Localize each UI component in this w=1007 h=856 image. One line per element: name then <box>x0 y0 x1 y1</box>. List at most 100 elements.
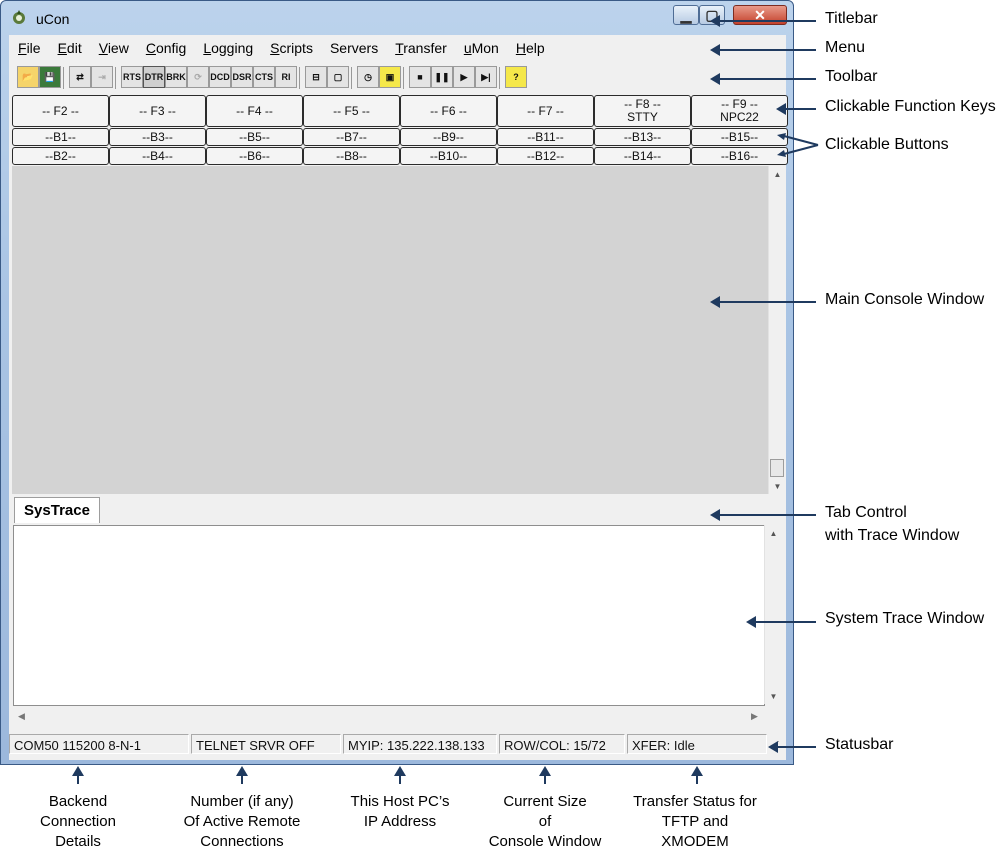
scroll-down-icon[interactable]: ▼ <box>769 478 786 494</box>
menubar: File Edit View Config Logging Scripts Servers T… <box>9 38 786 60</box>
script-folder-icon[interactable]: ▣ <box>379 66 401 88</box>
custom-button-b7[interactable]: --B7-- <box>303 128 400 146</box>
menu-view[interactable]: View <box>90 38 137 60</box>
menu-logging[interactable]: Logging <box>194 38 261 60</box>
toolbar-separator <box>403 67 404 89</box>
single-view-icon[interactable]: ▢ <box>327 66 349 88</box>
annotation-console: Main Console Window <box>825 291 985 308</box>
system-trace-window[interactable] <box>13 525 765 706</box>
menu-file[interactable]: File <box>9 38 49 60</box>
minimize-icon: ▁ <box>680 6 692 23</box>
help-icon[interactable]: ? <box>505 66 527 88</box>
function-key-f8[interactable]: -- F8 -- STTY <box>594 95 691 127</box>
annotation-console-size: Current Size of Console Window <box>488 793 602 850</box>
console-scrollbar[interactable]: ▲ ▼ <box>768 166 786 494</box>
menu-umon[interactable]: uMon <box>455 38 507 60</box>
split-view-icon[interactable]: ⊟ <box>305 66 327 88</box>
toolbar-separator <box>63 67 64 89</box>
scroll-down-icon[interactable]: ▼ <box>765 688 782 704</box>
custom-button-b15[interactable]: --B15-- <box>691 128 788 146</box>
status-telnet-server: TELNET SRVR OFF <box>191 734 341 754</box>
scroll-thumb[interactable] <box>770 459 784 477</box>
annotation-arrow <box>691 766 703 784</box>
custom-button-b9[interactable]: --B9-- <box>400 128 497 146</box>
clock-icon[interactable]: ◷ <box>357 66 379 88</box>
custom-button-b4[interactable]: --B4-- <box>109 147 206 165</box>
annotation-arrow <box>746 616 816 628</box>
custom-button-b2[interactable]: --B2-- <box>12 147 109 165</box>
toolbar-separator <box>299 67 300 89</box>
function-key-f2[interactable]: -- F2 -- <box>12 95 109 127</box>
function-key-f9[interactable]: -- F9 -- NPC22 <box>691 95 788 127</box>
ri-icon[interactable]: RI <box>275 66 297 88</box>
function-key-f3[interactable]: -- F3 -- <box>109 95 206 127</box>
custom-button-b12[interactable]: --B12-- <box>497 147 594 165</box>
annotation-tab-line2: with Trace Window <box>825 527 960 544</box>
annotation-arrow <box>394 766 406 784</box>
menu-servers[interactable]: Servers <box>321 38 386 60</box>
statusbar: COM50 115200 8-N-1 TELNET SRVR OFF MYIP:… <box>9 732 786 756</box>
annotation-arrow <box>539 766 551 784</box>
step-icon[interactable]: ▶| <box>475 66 497 88</box>
main-console-window[interactable] <box>12 166 768 494</box>
custom-button-b16[interactable]: --B16-- <box>691 147 788 165</box>
window-title: uCon <box>36 11 70 27</box>
open-folder-icon[interactable]: 📂 <box>17 66 39 88</box>
function-key-f4[interactable]: -- F4 -- <box>206 95 303 127</box>
annotation-host-ip: This Host PC’s IP Address <box>350 793 450 830</box>
connect-icon[interactable]: ⇄ <box>69 66 91 88</box>
annotation-arrow <box>710 44 816 56</box>
scroll-up-icon[interactable]: ▲ <box>769 166 786 182</box>
annotation-trace: System Trace Window <box>825 610 985 627</box>
custom-button-b10[interactable]: --B10-- <box>400 147 497 165</box>
annotation-buttons: Clickable Buttons <box>825 136 949 153</box>
function-key-f5[interactable]: -- F5 -- <box>303 95 400 127</box>
custom-button-b8[interactable]: --B8-- <box>303 147 400 165</box>
annotation-arrow <box>710 73 816 85</box>
status-xfer: XFER: Idle <box>627 734 767 754</box>
custom-button-b6[interactable]: --B6-- <box>206 147 303 165</box>
tab-systrace[interactable]: SysTrace <box>14 497 100 523</box>
menu-edit[interactable]: Edit <box>49 38 90 60</box>
menu-transfer[interactable]: Transfer <box>386 38 455 60</box>
brk-icon[interactable]: BRK <box>165 66 187 88</box>
menu-help[interactable]: Help <box>507 38 553 60</box>
stop-icon[interactable]: ■ <box>409 66 431 88</box>
annotation-arrow <box>710 15 816 27</box>
app-window: uCon ▁ ▢ ✕ FileEditViewConfigLoggingScri… <box>0 0 794 765</box>
scroll-up-icon[interactable]: ▲ <box>765 525 782 541</box>
annotation-menu: Menu <box>825 39 866 56</box>
cts-icon[interactable]: CTS <box>253 66 275 88</box>
dtr-icon[interactable]: DTR <box>143 66 165 88</box>
play-icon[interactable]: ▶ <box>453 66 475 88</box>
pause-icon[interactable]: ❚❚ <box>431 66 453 88</box>
scroll-right-icon[interactable]: ▶ <box>746 708 763 725</box>
custom-button-b3[interactable]: --B3-- <box>109 128 206 146</box>
menu-scripts[interactable]: Scripts <box>261 38 321 60</box>
scroll-left-icon[interactable]: ◀ <box>13 708 30 725</box>
custom-button-b1[interactable]: --B1-- <box>12 128 109 146</box>
menu-config[interactable]: Config <box>137 38 194 60</box>
custom-button-b13[interactable]: --B13-- <box>594 128 691 146</box>
trace-scrollbar[interactable]: ▲ ▼ <box>764 525 782 704</box>
rts-icon[interactable]: RTS <box>121 66 143 88</box>
button-row-2: --B2-- --B4-- --B6-- --B8-- --B10-- --B12-- --… <box>12 147 788 165</box>
titlebar[interactable]: uCon ▁ ▢ ✕ <box>1 1 793 35</box>
trace-horizontal-scrollbar[interactable]: ◀ ▶ <box>13 708 763 725</box>
custom-button-b14[interactable]: --B14-- <box>594 147 691 165</box>
annotation-statusbar: Statusbar <box>825 736 894 753</box>
dsr-icon[interactable]: DSR <box>231 66 253 88</box>
dcd-icon[interactable]: DCD <box>209 66 231 88</box>
save-disk-icon[interactable]: 💾 <box>39 66 61 88</box>
custom-button-b5[interactable]: --B5-- <box>206 128 303 146</box>
disconnect-icon[interactable]: ⇥ <box>91 66 113 88</box>
custom-button-b11[interactable]: --B11-- <box>497 128 594 146</box>
annotation-arrow <box>776 103 816 115</box>
ucon-app-icon[interactable] <box>10 9 28 27</box>
loop-icon[interactable]: ⟳ <box>187 66 209 88</box>
function-key-f6[interactable]: -- F6 -- <box>400 95 497 127</box>
minimize-button[interactable]: ▁ <box>673 5 699 25</box>
close-button[interactable]: ✕ <box>733 5 787 25</box>
annotation-arrow <box>710 509 816 521</box>
function-key-f7[interactable]: -- F7 -- <box>497 95 594 127</box>
